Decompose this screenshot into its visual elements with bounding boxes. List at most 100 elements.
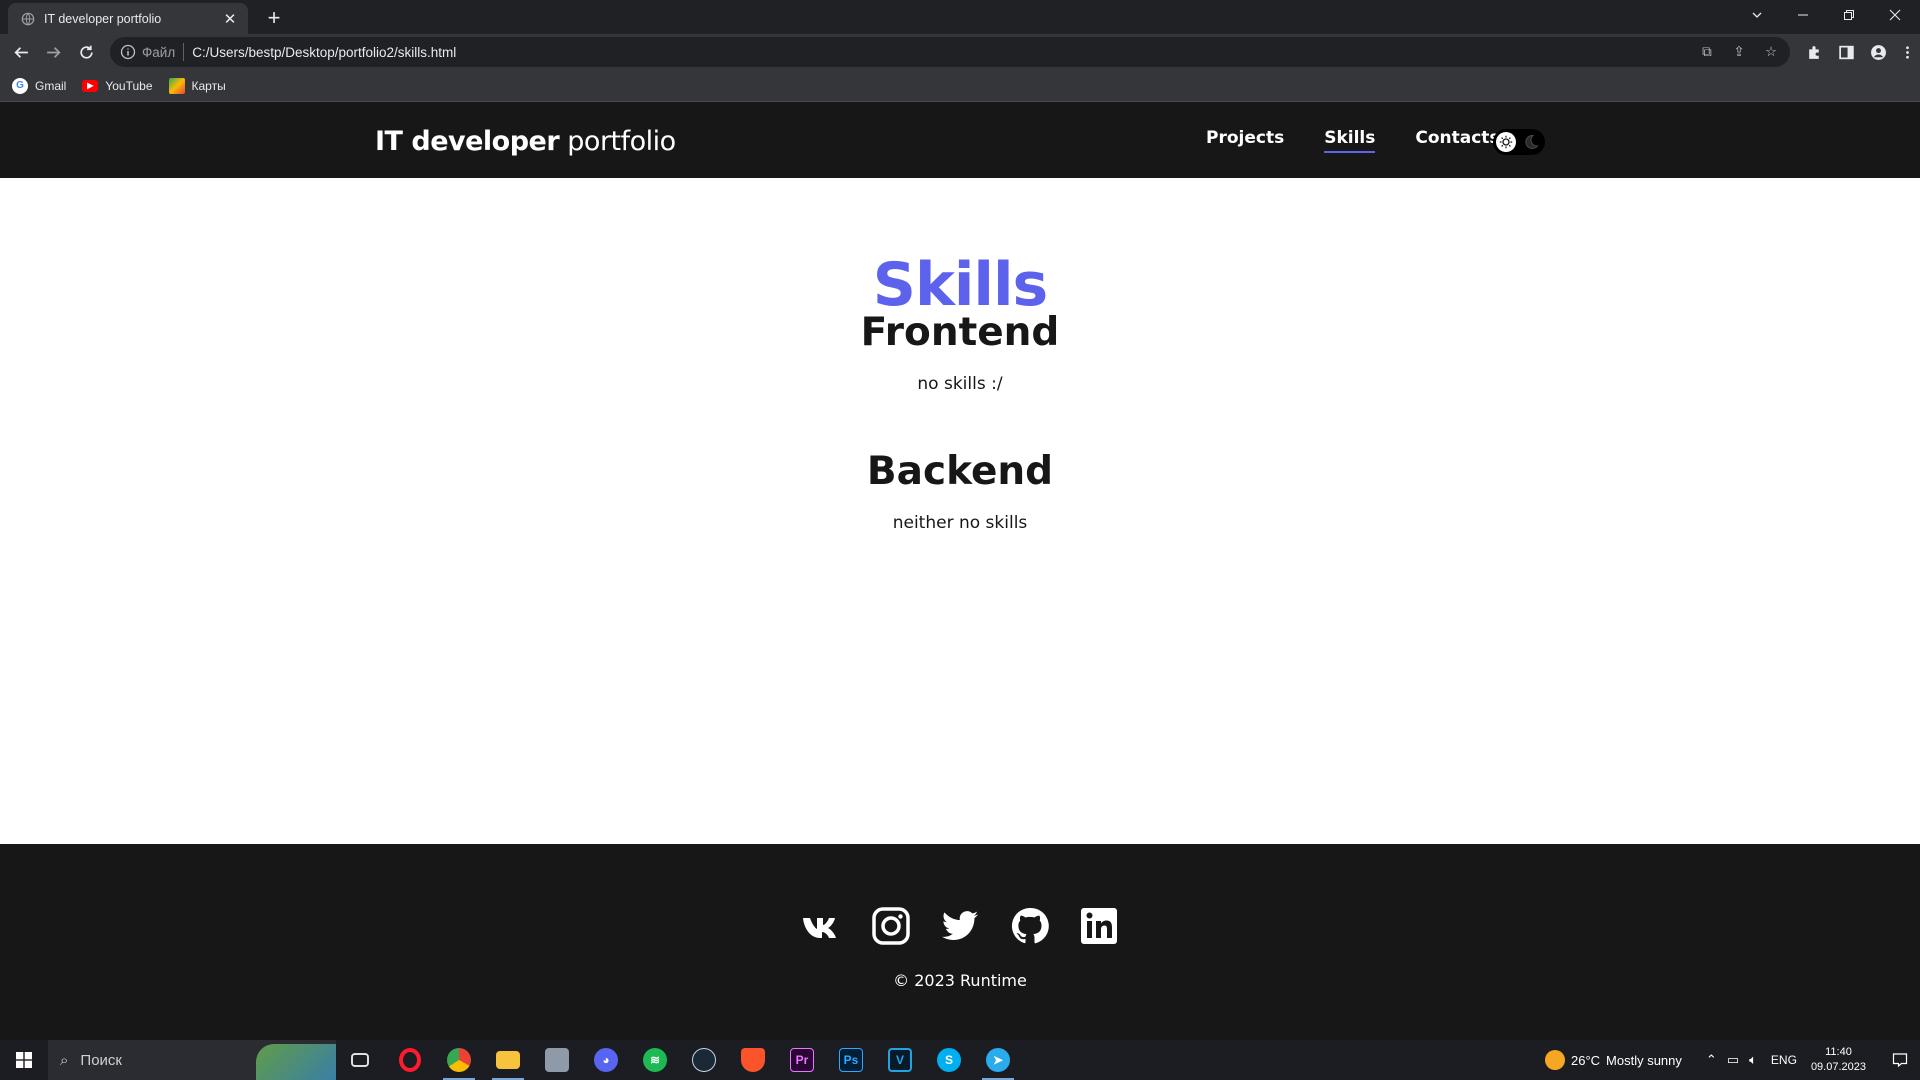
tab-title: IT developer portfolio (44, 11, 162, 26)
extensions-button[interactable] (1800, 38, 1828, 66)
search-highlight-image (256, 1044, 336, 1080)
clock-time: 11:40 (1825, 1046, 1852, 1058)
opera-icon[interactable] (388, 1042, 432, 1078)
telegram-icon[interactable]: ➤ (976, 1042, 1020, 1080)
search-icon: ⌕ (60, 1051, 69, 1069)
address-bar[interactable]: Файл C:/Users/bestp/Desktop/portfolio2/s… (110, 37, 1790, 67)
clock-date: 09.07.2023 (1810, 1061, 1866, 1073)
menu-button[interactable] (1893, 38, 1920, 66)
logo-light-text: portfolio (567, 126, 676, 157)
language-indicator[interactable]: ENG (1771, 1053, 1797, 1067)
close-tab-icon[interactable]: ✕ (222, 10, 238, 28)
github-icon[interactable] (1009, 905, 1051, 947)
start-button[interactable] (0, 1040, 48, 1080)
puzzle-icon (1808, 45, 1819, 59)
profile-button[interactable] (1864, 38, 1892, 66)
info-icon (120, 44, 136, 60)
bookmark-label: Gmail (35, 78, 67, 93)
site-footer: © 2023 Runtime (0, 844, 1920, 1040)
translate-icon[interactable]: ⧉ (1696, 42, 1718, 62)
maps-icon (168, 77, 185, 94)
forward-button[interactable] (39, 38, 67, 66)
reload-icon (79, 45, 93, 59)
task-view-icon[interactable] (338, 1042, 382, 1078)
side-panel-icon (1838, 45, 1854, 59)
brave-icon[interactable] (731, 1042, 775, 1078)
taskbar: ⌕ Поиск ◕ ≋ Pr Ps V S ➤ 26°C Mostly sunn… (0, 1040, 1920, 1080)
windows-icon (16, 1052, 32, 1068)
globe-icon (21, 12, 35, 25)
photoshop-icon[interactable]: Ps (829, 1042, 873, 1078)
address-scheme-label: Файл (142, 44, 176, 60)
back-button[interactable] (7, 38, 35, 66)
discord-icon[interactable]: ◕ (584, 1042, 628, 1078)
moon-icon (1525, 134, 1539, 149)
browser-tab[interactable]: IT developer portfolio ✕ (8, 3, 248, 34)
site-logo[interactable]: IT developer portfolio (375, 126, 676, 157)
weather-description: Mostly sunny (1606, 1052, 1682, 1068)
main-nav: Projects Skills Contacts (1206, 128, 1500, 153)
search-placeholder: Поиск (80, 1051, 122, 1069)
browser-toolbar: Файл C:/Users/bestp/Desktop/portfolio2/s… (0, 34, 1920, 70)
bookmark-label: YouTube (105, 78, 153, 93)
more-vertical-icon (1905, 45, 1909, 59)
linkedin-icon[interactable] (1078, 905, 1120, 947)
bookmarks-bar: G Gmail ▶ YouTube Карты (0, 70, 1920, 102)
file-explorer-icon[interactable] (486, 1042, 530, 1080)
weather-sun-icon (1544, 1050, 1565, 1070)
bookmark-youtube[interactable]: ▶ YouTube (82, 78, 153, 93)
nav-link-projects[interactable]: Projects (1206, 128, 1284, 153)
address-url: C:/Users/bestp/Desktop/portfolio2/skills… (192, 44, 457, 60)
section-text-frontend: no skills :/ (917, 374, 1003, 394)
steam-icon[interactable] (682, 1042, 726, 1078)
share-icon[interactable]: ⇪ (1728, 42, 1750, 62)
weather-temperature: 26°C (1570, 1052, 1601, 1068)
premiere-icon[interactable]: Pr (780, 1042, 824, 1078)
reload-button[interactable] (72, 38, 100, 66)
chevron-up-icon[interactable]: ⌃ (1706, 1052, 1717, 1068)
volume-icon[interactable]: 🔈︎ (1749, 1052, 1757, 1068)
section-title-frontend: Frontend (860, 310, 1060, 355)
notifications-button[interactable] (1880, 1040, 1920, 1080)
system-tray: 26°C Mostly sunny ⌃ ▭ 🔈︎ ENG 11:40 09.07… (1544, 1040, 1920, 1080)
vk-icon[interactable] (800, 905, 842, 947)
theme-toggle[interactable] (1493, 129, 1545, 155)
bookmark-star-icon[interactable]: ☆ (1760, 42, 1782, 62)
profile-icon (1870, 44, 1886, 60)
address-divider (183, 43, 185, 61)
minimize-button[interactable] (1780, 0, 1826, 30)
arrow-left-icon (13, 46, 28, 58)
restore-button[interactable] (1826, 0, 1872, 30)
weather-widget[interactable]: 26°C Mostly sunny (1544, 1050, 1682, 1070)
bookmark-label: Карты (191, 78, 226, 93)
bookmark-maps[interactable]: Карты (168, 77, 226, 94)
clock[interactable]: 11:40 09.07.2023 (1811, 1045, 1866, 1075)
skype-icon[interactable]: S (927, 1042, 971, 1078)
twitter-icon[interactable] (939, 905, 981, 947)
chrome-icon[interactable] (437, 1042, 481, 1080)
spotify-icon[interactable]: ≋ (633, 1042, 677, 1078)
youtube-icon: ▶ (82, 79, 99, 92)
close-window-button[interactable] (1872, 0, 1918, 30)
vegas-icon[interactable]: V (878, 1042, 922, 1078)
section-text-backend: neither no skills (892, 513, 1028, 533)
side-panel-button[interactable] (1832, 38, 1860, 66)
nav-link-skills[interactable]: Skills (1324, 128, 1376, 153)
instagram-icon[interactable] (870, 905, 912, 947)
taskbar-search[interactable]: ⌕ Поиск (48, 1040, 336, 1080)
sun-icon (1496, 132, 1516, 152)
network-icon[interactable]: ▭ (1727, 1052, 1739, 1068)
nav-link-contacts[interactable]: Contacts (1415, 128, 1499, 153)
tab-strip: IT developer portfolio ✕ + (0, 0, 1920, 34)
site-header: IT developer portfolio Projects Skills C… (0, 102, 1920, 178)
new-tab-button[interactable]: + (260, 4, 288, 32)
logo-bold-text: IT developer (375, 126, 560, 157)
notification-icon (1892, 1053, 1908, 1068)
app-icon[interactable] (535, 1042, 579, 1078)
tab-search-icon[interactable] (1734, 0, 1780, 30)
arrow-right-icon (46, 46, 61, 58)
copyright-text: © 2023 Runtime (893, 971, 1027, 990)
bookmark-gmail[interactable]: G Gmail (12, 77, 67, 94)
section-title-backend: Backend (866, 449, 1054, 494)
web-page: IT developer portfolio Projects Skills C… (0, 102, 1920, 1040)
